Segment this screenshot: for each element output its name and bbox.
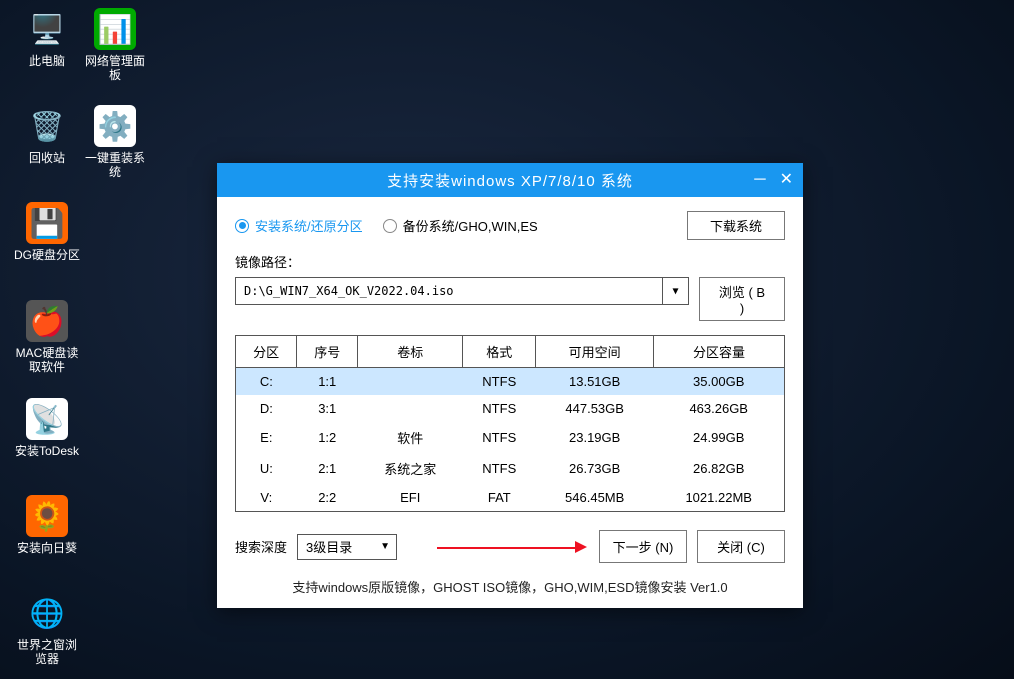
desktop-icon[interactable]: 📡 安装ToDesk	[12, 398, 82, 458]
app-icon: 🗑️	[26, 105, 68, 147]
arrow-annotation	[407, 534, 589, 560]
footer-text: 支持windows原版镜像，GHOST ISO镜像，GHO,WIM,ESD镜像安…	[235, 577, 785, 596]
column-header: 分区容量	[653, 336, 784, 368]
desktop-icon[interactable]: 💾 DG硬盘分区	[12, 202, 82, 262]
icon-label: DG硬盘分区	[14, 248, 80, 262]
table-row[interactable]: E:1:2软件NTFS23.19GB24.99GB	[236, 422, 785, 453]
column-header: 可用空间	[536, 336, 654, 368]
table-row[interactable]: V:2:2EFIFAT546.45MB1021.22MB	[236, 484, 785, 512]
column-header: 序号	[297, 336, 358, 368]
chevron-down-icon: ▼	[380, 541, 390, 552]
icon-label: 世界之窗浏览器	[12, 638, 82, 667]
desktop-icon[interactable]: 🌻 安装向日葵	[12, 495, 82, 555]
table-row[interactable]: D:3:1NTFS447.53GB463.26GB	[236, 395, 785, 422]
app-icon: 📡	[26, 398, 68, 440]
table-row[interactable]: C:1:1NTFS13.51GB35.00GB	[236, 368, 785, 396]
icon-label: MAC硬盘读取软件	[12, 346, 82, 375]
install-dialog: 支持安装windows XP/7/8/10 系统 ─ ✕ 安装系统/还原分区 备…	[217, 163, 803, 608]
app-icon: ⚙️	[94, 105, 136, 147]
desktop-icon[interactable]: 🌐 世界之窗浏览器	[12, 592, 82, 667]
minimize-button[interactable]: ─	[754, 172, 765, 188]
partition-table: 分区序号卷标格式可用空间分区容量 C:1:1NTFS13.51GB35.00GB…	[235, 335, 785, 512]
desktop-icon[interactable]: ⚙️ 一键重装系统	[80, 105, 150, 180]
icon-label: 网络管理面板	[80, 54, 150, 83]
icon-label: 此电脑	[29, 54, 65, 68]
column-header: 分区	[236, 336, 297, 368]
icon-label: 一键重装系统	[80, 151, 150, 180]
radio-icon	[235, 219, 249, 233]
radio-backup[interactable]: 备份系统/GHO,WIN,ES	[383, 216, 538, 235]
titlebar[interactable]: 支持安装windows XP/7/8/10 系统 ─ ✕	[217, 163, 803, 197]
column-header: 格式	[463, 336, 536, 368]
chevron-down-icon: ▼	[662, 278, 688, 304]
app-icon: 🌐	[26, 592, 68, 634]
app-icon: 🌻	[26, 495, 68, 537]
image-path-dropdown[interactable]: D:\G_WIN7_X64_OK_V2022.04.iso ▼	[235, 277, 689, 305]
app-icon: 🖥️	[26, 8, 68, 50]
column-header: 卷标	[358, 336, 463, 368]
desktop-icon[interactable]: 📊 网络管理面板	[80, 8, 150, 83]
search-depth-select[interactable]: 3级目录 ▼	[297, 534, 397, 560]
icon-label: 回收站	[29, 151, 65, 165]
desktop-icon[interactable]: 🍎 MAC硬盘读取软件	[12, 300, 82, 375]
depth-label: 搜索深度	[235, 537, 287, 556]
browse-button[interactable]: 浏览 ( B )	[699, 277, 785, 321]
icon-label: 安装向日葵	[17, 541, 77, 555]
next-button[interactable]: 下一步 (N)	[599, 530, 687, 563]
app-icon: 💾	[26, 202, 68, 244]
path-label: 镜像路径：	[235, 252, 785, 271]
download-button[interactable]: 下载系统	[687, 211, 785, 240]
app-icon: 🍎	[26, 300, 68, 342]
app-icon: 📊	[94, 8, 136, 50]
dialog-title: 支持安装windows XP/7/8/10 系统	[229, 170, 791, 191]
desktop-icon[interactable]: 🖥️ 此电脑	[12, 8, 82, 68]
close-button[interactable]: 关闭 (C)	[697, 530, 785, 563]
radio-install[interactable]: 安装系统/还原分区	[235, 216, 363, 235]
desktop-icon[interactable]: 🗑️ 回收站	[12, 105, 82, 165]
icon-label: 安装ToDesk	[15, 444, 79, 458]
table-row[interactable]: U:2:1系统之家NTFS26.73GB26.82GB	[236, 453, 785, 484]
close-x-button[interactable]: ✕	[780, 172, 793, 188]
radio-icon	[383, 219, 397, 233]
